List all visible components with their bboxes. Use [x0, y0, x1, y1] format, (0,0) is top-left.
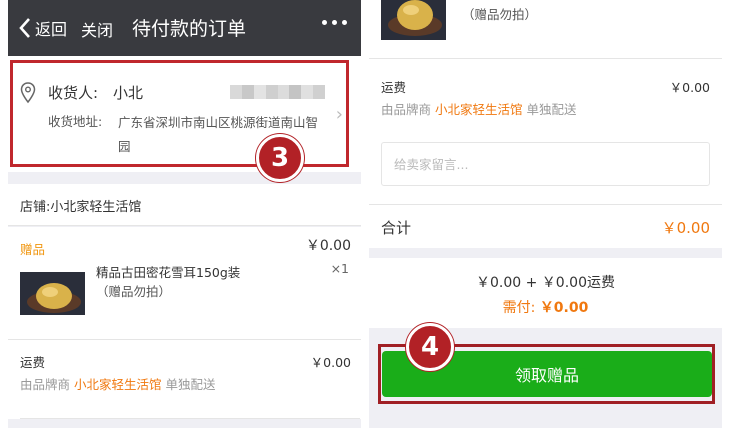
gift-tag: 赠品 [20, 242, 46, 257]
gift-note: （赠品勿拍） [96, 284, 172, 299]
gift-qty: ×1 [330, 261, 349, 276]
left-screen: 返回 关闭 待付款的订单 收货人: 小北 收货地址: 广东省深圳市南山区桃源街道… [8, 0, 361, 428]
shipping-price: ￥0.00 [669, 80, 710, 95]
divider [20, 418, 360, 419]
pay-label: 需付: [502, 300, 540, 316]
pay-value: ￥0.00 [539, 300, 589, 316]
shipping-row: 运费 ￥0.00 由品牌商 小北家轻生活馆 单独配送 [8, 339, 361, 419]
shipping-note-prefix: 由品牌商 [381, 102, 435, 117]
more-dots-icon[interactable] [322, 20, 347, 25]
shipping-shop-link[interactable]: 小北家轻生活馆 [435, 102, 523, 117]
pay-line: 需付: ￥0.00 [369, 297, 722, 317]
shipping-price: ￥0.00 [310, 355, 351, 370]
navbar: 返回 关闭 待付款的订单 [8, 0, 361, 56]
gift-price: ￥0.00 [305, 238, 351, 254]
gift-item[interactable]: 赠品 ￥0.00 精品古田密花雪耳150g装 （赠品勿拍） ×1 [8, 227, 361, 339]
back-chevron-icon [19, 18, 30, 38]
page-title: 待付款的订单 [132, 18, 247, 40]
total-value: ￥0.00 [661, 219, 710, 237]
shipping-note-suffix: 单独配送 [161, 377, 216, 392]
gift-name: 精品古田密花雪耳150g装 [96, 265, 241, 280]
total-row: 合计 ￥0.00 [369, 204, 722, 248]
product-image [20, 272, 85, 315]
gift-note: （赠品勿拍） [462, 7, 538, 22]
shipping-row: 运费 ￥0.00 由品牌商 小北家轻生活馆 单独配送 [369, 58, 722, 126]
shipping-label: 运费 [381, 80, 407, 95]
shop-label: 店铺:小北家轻生活馆 [20, 200, 142, 215]
shop-row[interactable]: 店铺:小北家轻生活馆 [8, 184, 361, 226]
payment-summary: ￥0.00 + ￥0.00运费 需付: ￥0.00 [369, 258, 722, 328]
shipping-note-suffix: 单独配送 [522, 102, 577, 117]
shipping-shop-link[interactable]: 小北家轻生活馆 [74, 377, 162, 392]
product-image [381, 0, 446, 40]
gift-item-partial[interactable]: （赠品勿拍） [369, 0, 722, 58]
seller-message-input[interactable] [381, 142, 710, 186]
step-badge: 4 [406, 323, 454, 371]
shipping-note-prefix: 由品牌商 [20, 377, 74, 392]
total-label: 合计 [381, 219, 412, 237]
back-button[interactable]: 返回 [18, 16, 67, 40]
close-button[interactable]: 关闭 [81, 17, 113, 41]
right-screen: （赠品勿拍） 运费 ￥0.00 由品牌商 小北家轻生活馆 单独配送 合计 ￥0.… [369, 0, 722, 428]
back-label: 返回 [35, 20, 68, 39]
step-badge: 3 [256, 134, 304, 182]
shipping-label: 运费 [20, 355, 46, 370]
shipping-note: 由品牌商 小北家轻生活馆 单独配送 [20, 374, 215, 393]
message-section [369, 126, 722, 204]
summary-line: ￥0.00 + ￥0.00运费 [476, 275, 615, 291]
shipping-note: 由品牌商 小北家轻生活馆 单独配送 [381, 99, 576, 118]
